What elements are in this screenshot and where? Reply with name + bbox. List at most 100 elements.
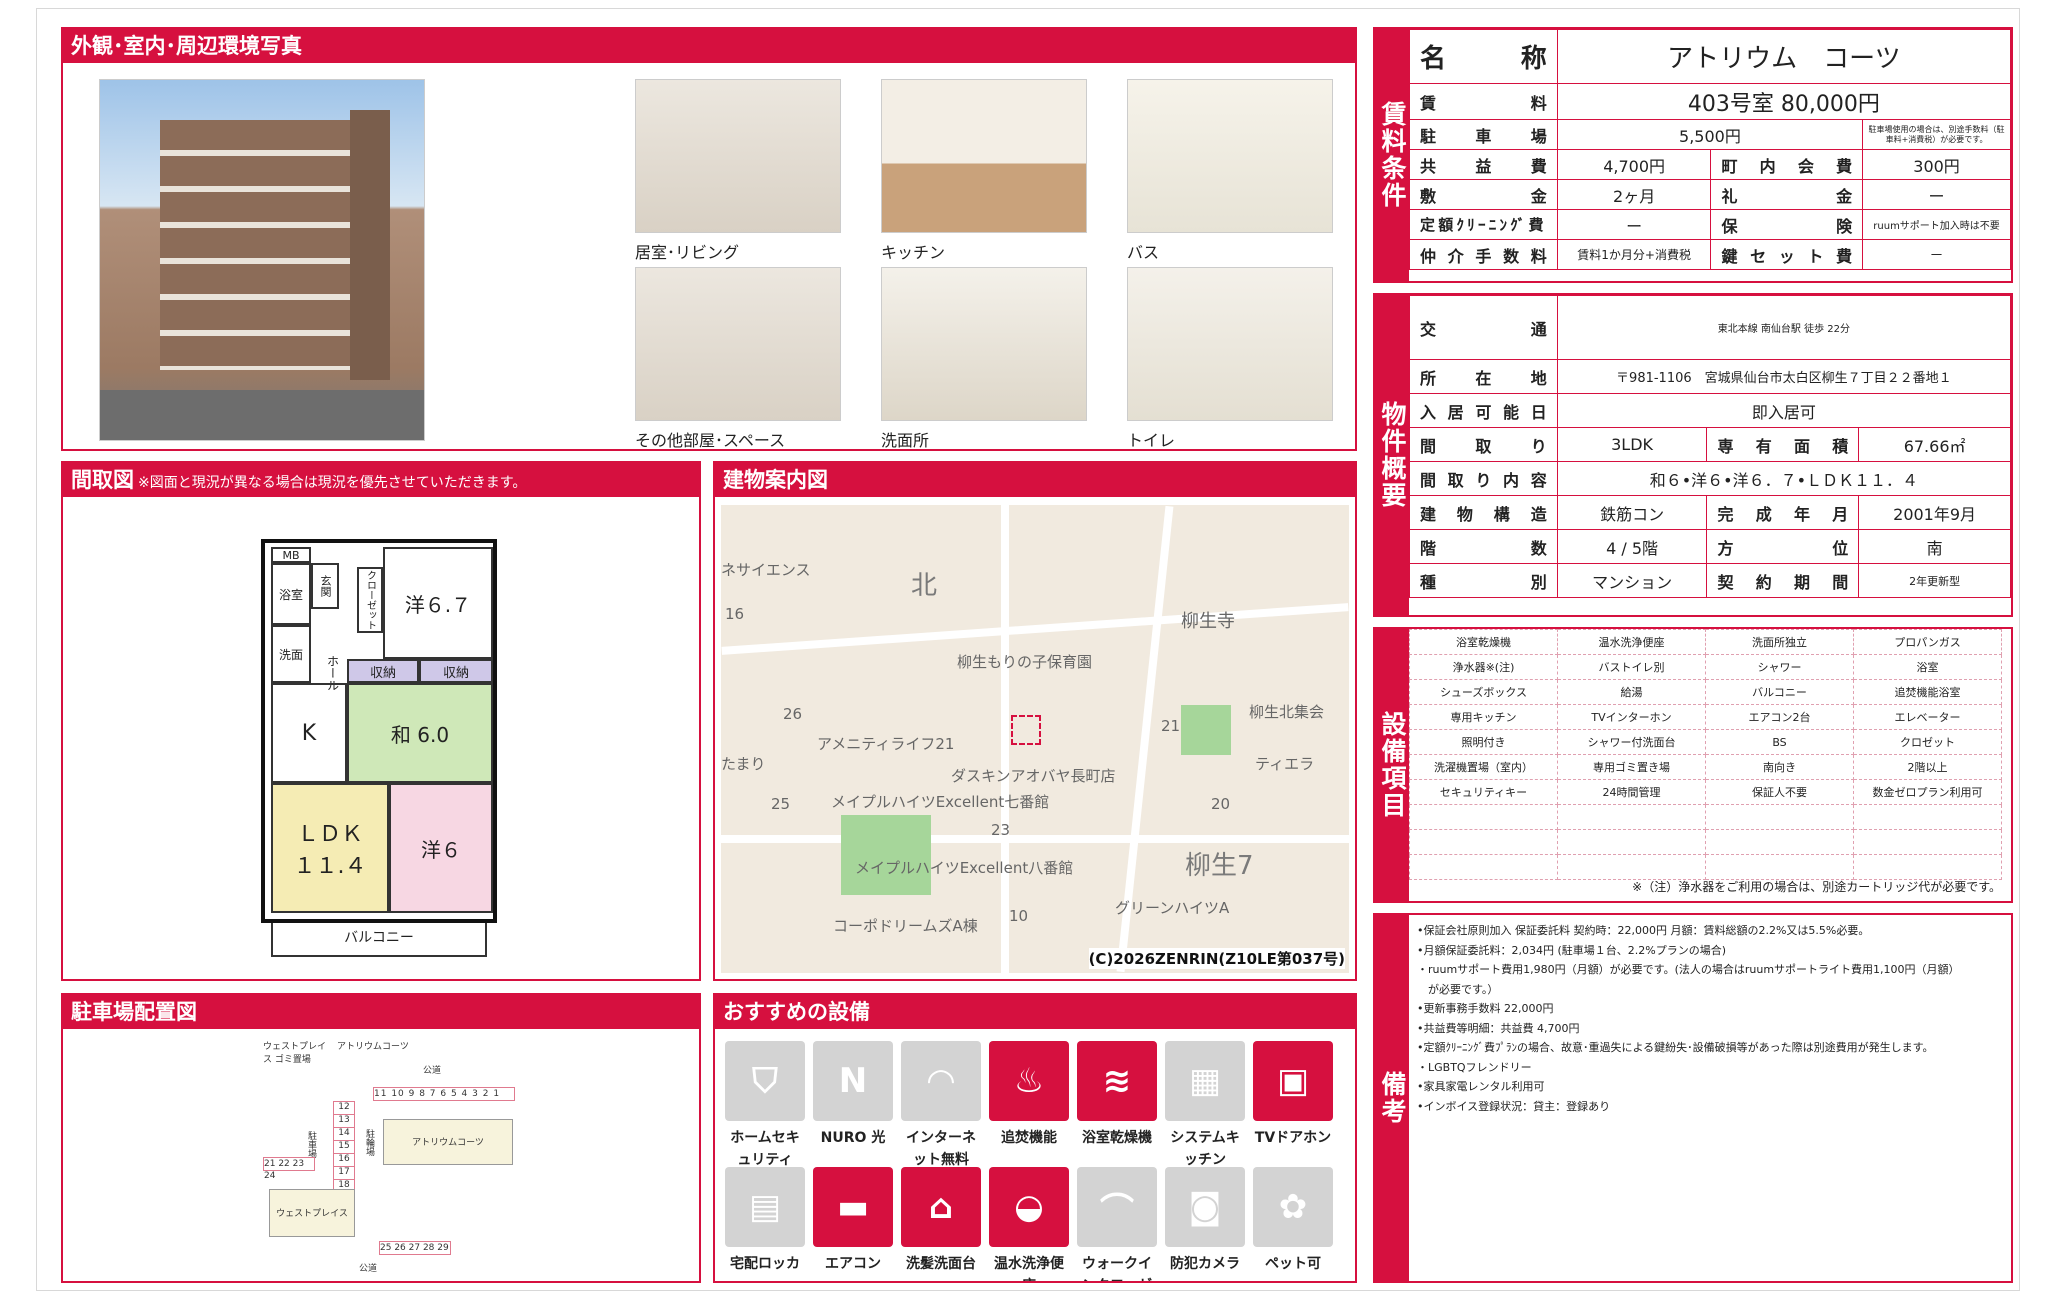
equipment-item — [1705, 854, 1854, 880]
photo-caption: トイレ — [1127, 431, 1176, 450]
parking-label: 駐車場 — [306, 1131, 316, 1158]
kitchen-icon: ▦ — [1165, 1041, 1245, 1121]
feature-label: 追焚機能 — [1001, 1130, 1057, 1146]
photo-caption: 居室･リビング — [635, 243, 740, 262]
feature-label: システムキッチン — [1170, 1130, 1240, 1168]
park-area — [1181, 705, 1231, 755]
parking-space: 15 — [334, 1141, 354, 1154]
parking-fee-label: 駐車場 — [1409, 119, 1558, 150]
property-value: 南 — [1858, 529, 2011, 564]
insurance-label: 保険 — [1710, 209, 1864, 240]
washroom-photo — [881, 267, 1087, 421]
feature-item: ▤ 宅配ロッカー — [725, 1167, 805, 1281]
property-value: 〒981-1106 宮城県仙台市太白区柳生７丁目２２番地１ — [1556, 359, 2011, 394]
map-label: 16 — [725, 605, 745, 623]
property-label: 間取り内容 — [1409, 461, 1558, 496]
feature-item: N NURO 光 — [813, 1041, 893, 1149]
room-closet: クローゼット — [357, 567, 383, 633]
parking-space: 12 — [334, 1102, 354, 1115]
property-label: 交通 — [1409, 295, 1558, 360]
map-label: グリーンハイツA — [1115, 899, 1230, 917]
rent-panel: 賃料条件 名称 アトリウム コーツ 賃料 403号室 80,000円 駐車場 5… — [1373, 27, 2013, 283]
remark-line: が必要です。） — [1417, 982, 1499, 996]
equipment-item: バルコニー — [1705, 679, 1854, 705]
remark-line: ・LGBTQフレンドリー — [1417, 1060, 1532, 1074]
equipment-item: 南向き — [1705, 754, 1854, 780]
map-label: 北 — [911, 571, 938, 601]
map-label: 柳生もりの子保育園 — [957, 653, 1093, 671]
feature-label: TVドアホン — [1254, 1130, 1332, 1146]
keymoney-value: ー — [1862, 179, 2011, 210]
name-label: 名称 — [1409, 29, 1558, 84]
equipment-item: 給湯 — [1557, 679, 1706, 705]
rent-table: 名称 アトリウム コーツ 賃料 403号室 80,000円 駐車場 5,500円… — [1409, 29, 2011, 270]
floorplan-drawing: 洋６.７ 収納 収納 和 6.0 MB 玄関 クローゼット 浴室 洗面 ホール … — [261, 539, 497, 923]
parking-heading: 駐車場配置図 — [63, 995, 699, 1029]
deposit-label: 敷金 — [1409, 179, 1558, 210]
map-label: アメニティライフ21 — [817, 735, 955, 753]
parking-label: アトリウムコーツ — [337, 1042, 409, 1052]
keyset-value: － — [1862, 239, 2011, 270]
nuro-icon: N — [813, 1041, 893, 1121]
equipment-item — [1557, 829, 1706, 855]
remark-line: •月額保証委託料：2,034円 (駐車場１台、2.2%プランの場合) — [1417, 943, 1727, 957]
property-label: 種別 — [1409, 563, 1558, 598]
property-value: 67.66㎡ — [1858, 427, 2011, 462]
name-value: アトリウム コーツ — [1556, 29, 2011, 84]
parking-row: 21 22 23 24 — [263, 1157, 315, 1181]
town-fee-value: 300円 — [1862, 149, 2011, 180]
bath-photo — [1127, 79, 1333, 233]
photo-caption: バス — [1127, 243, 1160, 262]
features-panel: おすすめの設備 ⛉ ホームセキュリティ N NURO 光 ◠ インターネット無料 ♨ 追焚機能… — [713, 993, 1357, 1283]
feature-label: インターネット無料 — [906, 1130, 976, 1168]
feature-item: ▦ システムキッチン — [1165, 1041, 1245, 1171]
property-label: 方位 — [1706, 529, 1860, 564]
equipment-item: 数金ゼロプラン利用可 — [1853, 779, 2002, 805]
remark-line: •家具家電レンタル利用可 — [1417, 1080, 1545, 1093]
keyset-label: 鍵セット費 — [1710, 239, 1864, 270]
parking-space: 17 — [334, 1167, 354, 1180]
equipment-item: 専用キッチン — [1409, 704, 1558, 730]
feature-item: ◙ 防犯カメラ — [1165, 1167, 1245, 1275]
rent-side-label: 賃料条件 — [1375, 29, 1409, 281]
intercom-icon: ▣ — [1253, 1041, 1333, 1121]
insurance-value: ruumサポート加入時は不要 — [1862, 209, 2011, 240]
parking-label: 公道 — [359, 1264, 378, 1274]
remarks-list: •保証会社原則加入 保証委託料 契約時：22,000円 月額：賃料総額の2.2%… — [1417, 921, 2005, 1116]
equipment-item — [1557, 854, 1706, 880]
feature-item: ◒ 温水洗浄便座 — [989, 1167, 1069, 1281]
equipment-item: 洗面所独立 — [1705, 629, 1854, 655]
equipment-grid: 浴室乾燥機 温水洗浄便座 洗面所独立 プロパンガス 浄水器※(注) バストイレ別 シャワー浴… — [1409, 629, 2002, 880]
cleaning-label: 定額ｸﾘｰﾆﾝｸﾞ費 — [1409, 209, 1558, 240]
equipment-item: 照明付き — [1409, 729, 1558, 755]
equipment-item — [1853, 854, 2002, 880]
property-value: 3LDK — [1556, 427, 1708, 462]
feature-label: 温水洗浄便座 — [994, 1256, 1064, 1281]
room-western-1: 洋６.７ — [383, 547, 493, 659]
photos-panel: 外観･室内･周辺環境写真 居室･リビング キッチン バス その他部屋･スペース … — [61, 27, 1357, 451]
equipment-item: シューズボックス — [1409, 679, 1558, 705]
property-label: 階数 — [1409, 529, 1558, 564]
parking-label: 公道 — [423, 1066, 442, 1076]
property-label: 専有面積 — [1706, 427, 1860, 462]
room-japanese: 和 6.0 — [347, 683, 493, 783]
equipment-item: 浴室 — [1853, 654, 2002, 680]
parking-diagram: ウェストプレイス ゴミ置場 アトリウムコーツ 公道 11 10 9 8 7 6 … — [263, 1039, 573, 1275]
parking-space: 13 — [334, 1115, 354, 1128]
map-label: 柳生7 — [1185, 851, 1254, 881]
equipment-item — [1409, 804, 1558, 830]
town-fee-label: 町内会費 — [1710, 149, 1864, 180]
equipment-item: クロゼット — [1853, 729, 2002, 755]
equipment-item — [1853, 829, 2002, 855]
common-fee-value: 4,700円 — [1556, 149, 1712, 180]
equipment-item — [1409, 854, 1558, 880]
property-sheet: 外観･室内･周辺環境写真 居室･リビング キッチン バス その他部屋･スペース … — [36, 8, 2020, 1291]
feature-item: ⌒ ウォークインクローゼット — [1077, 1167, 1157, 1281]
property-table: 交通 東北本線 南仙台駅 徒歩 22分 所在地 〒981-1106 宮城県仙台市太白区… — [1409, 295, 2011, 598]
feature-label: ペット可 — [1265, 1256, 1321, 1272]
property-label: 所在地 — [1409, 359, 1558, 394]
map-copyright: (C)2026ZENRIN(Z10LE第037号) — [1088, 948, 1345, 969]
feature-item: ≋ 浴室乾燥機 — [1077, 1041, 1157, 1149]
property-value: 4 / 5階 — [1556, 529, 1708, 564]
equipment-item: エレベーター — [1853, 704, 2002, 730]
